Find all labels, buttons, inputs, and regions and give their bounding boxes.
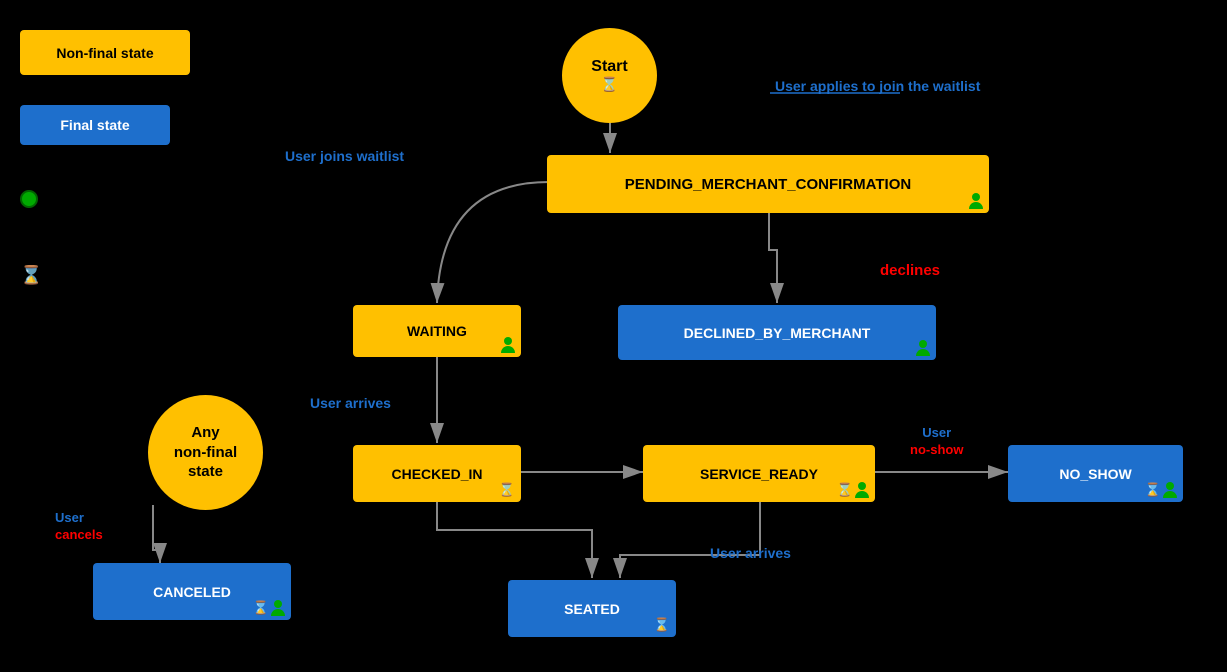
declined-label: DECLINED_BY_MERCHANT: [684, 325, 871, 341]
pending-label: PENDING_MERCHANT_CONFIRMATION: [625, 176, 911, 193]
declined-person-icon: [916, 340, 930, 356]
checked-in-state: CHECKED_IN ⌛: [353, 445, 521, 502]
legend-nonfinal-label: Non-final state: [56, 45, 153, 61]
canceled-hourglass: ⌛: [253, 600, 269, 616]
user-cancels-annotation: User cancels: [55, 510, 103, 544]
waiting-person-icon: [501, 337, 515, 353]
seated-hourglass: ⌛: [654, 617, 670, 633]
no-show-state: NO_SHOW ⌛: [1008, 445, 1183, 502]
no-show-person-icon: [1163, 482, 1177, 498]
legend-final-state: Final state: [20, 105, 170, 145]
checked-in-hourglass: ⌛: [499, 482, 515, 498]
no-show-label: NO_SHOW: [1059, 466, 1131, 482]
canceled-state: CANCELED ⌛: [93, 563, 291, 620]
waiting-label: WAITING: [407, 323, 467, 339]
service-ready-person-icon: [855, 482, 869, 498]
pending-person-icon: [969, 193, 983, 209]
declines-annotation: declines: [880, 262, 940, 279]
legend-nonfinal-state: Non-final state: [20, 30, 190, 75]
start-state: Start ⌛: [562, 28, 657, 123]
any-nonfinal-state: Anynon-finalstate: [148, 395, 263, 510]
declined-state: DECLINED_BY_MERCHANT: [618, 305, 936, 360]
canceled-label: CANCELED: [153, 584, 231, 600]
service-ready-label: SERVICE_READY: [700, 466, 818, 482]
user-arrives-2-annotation: User arrives: [710, 545, 791, 561]
service-ready-hourglass: ⌛: [837, 482, 853, 498]
seated-state: SEATED ⌛: [508, 580, 676, 637]
user-arrives-1-annotation: User arrives: [310, 395, 391, 411]
service-ready-state: SERVICE_READY ⌛: [643, 445, 875, 502]
legend-green-icon: [20, 190, 38, 208]
pending-state: PENDING_MERCHANT_CONFIRMATION: [547, 155, 989, 213]
waiting-state: WAITING: [353, 305, 521, 357]
no-show-hourglass: ⌛: [1145, 482, 1161, 498]
seated-label: SEATED: [564, 601, 620, 617]
any-nonfinal-label: Anynon-finalstate: [174, 424, 237, 480]
legend-final-label: Final state: [60, 117, 129, 133]
user-applies-annotation: User applies to join the waitlist: [775, 78, 980, 94]
user-noshow-annotation: User no-show: [910, 425, 963, 459]
legend-hourglass-icon: ⌛: [20, 265, 42, 286]
checked-in-label: CHECKED_IN: [391, 466, 482, 482]
start-label: Start: [591, 58, 627, 76]
canceled-person-icon: [271, 600, 285, 616]
user-joins-annotation: User joins waitlist: [285, 148, 404, 164]
